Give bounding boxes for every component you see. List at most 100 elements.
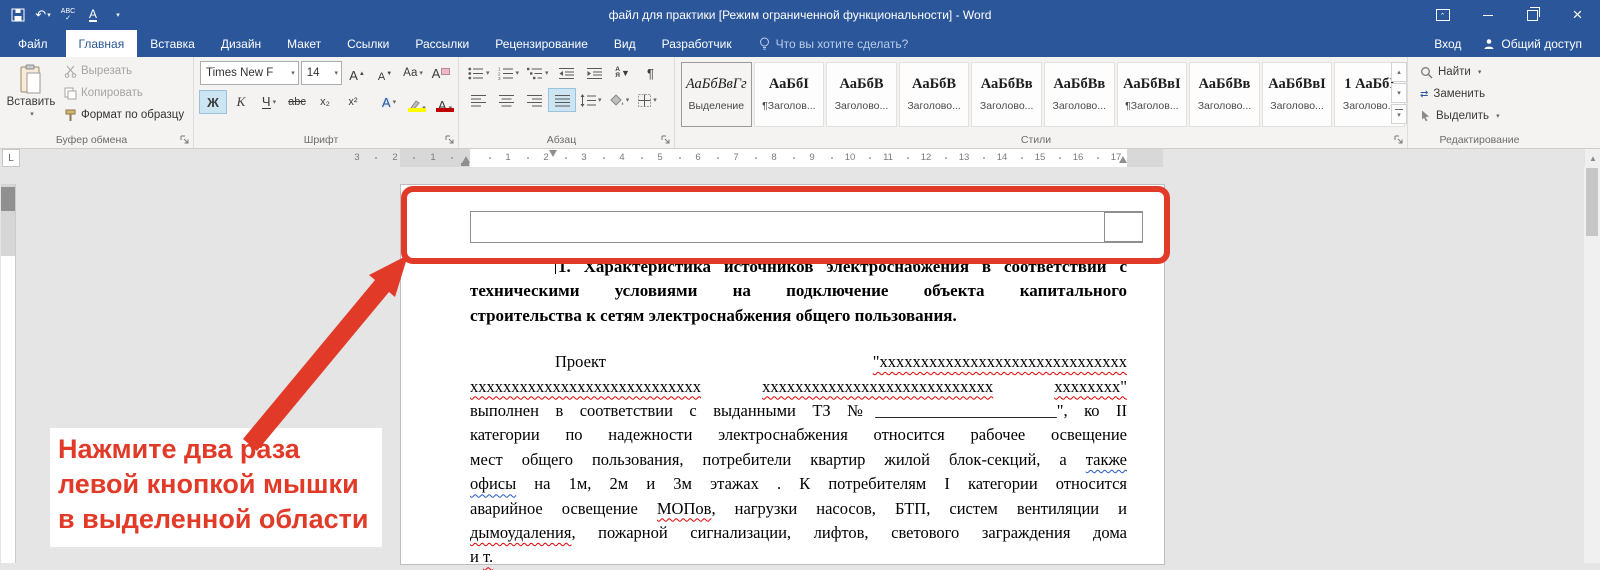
tell-me-box[interactable]: Что вы хотите сделать? (745, 30, 923, 57)
tab-Рассылки[interactable]: Рассылки (402, 30, 482, 57)
pilcrow-icon: ¶ (647, 66, 654, 81)
tab-Главная[interactable]: Главная (66, 30, 138, 57)
borders-button[interactable]: ▾ (635, 89, 661, 111)
bullet-list-icon (468, 67, 484, 80)
scrollbar-thumb[interactable] (1586, 168, 1598, 236)
document-text[interactable]: 1. Характеристика источников электроснаб… (470, 255, 1127, 570)
restore-button[interactable] (1510, 0, 1555, 30)
style-item[interactable]: АаБбВвІ¶Заголов... (1117, 62, 1188, 127)
share-button[interactable]: Общий доступ (1483, 37, 1582, 51)
copy-button[interactable]: Копировать (60, 82, 188, 104)
line-spacing-button[interactable]: ▾ (577, 89, 605, 111)
italic-button[interactable]: К (228, 91, 254, 113)
vertical-ruler[interactable] (1, 184, 16, 563)
numbering-button[interactable]: 123 ▾ (495, 62, 523, 84)
style-preview: АаБбІ (755, 68, 824, 100)
highlight-color-button[interactable]: ▾ (404, 90, 430, 114)
tab-Рецензирование[interactable]: Рецензирование (482, 30, 601, 57)
strikethrough-button[interactable]: abc (284, 91, 310, 113)
align-right-button[interactable] (521, 89, 547, 111)
font-color-button[interactable]: А ▾ (432, 90, 458, 114)
sort-button[interactable]: АЯ ▼ (610, 62, 636, 84)
multilevel-list-button[interactable]: ▾ (524, 62, 552, 84)
ruler-number: 3 (354, 149, 359, 167)
sign-in-button[interactable]: Вход (1434, 37, 1461, 51)
ruler-tick (489, 157, 491, 159)
clipboard-dialog-launcher[interactable] (178, 133, 191, 146)
align-center-button[interactable] (493, 89, 519, 111)
vertical-ruler-dark-band (1, 187, 15, 211)
styles-dialog-launcher[interactable] (1392, 133, 1405, 146)
minimize-button[interactable] (1465, 0, 1510, 30)
ribbon-display-options-button[interactable]: ⌃ (1420, 0, 1465, 30)
dropdown-arrow-icon: ▾ (626, 96, 630, 104)
select-button[interactable]: Выделить ▾ (1416, 105, 1551, 127)
underline-button[interactable]: Ч▾ (256, 91, 282, 113)
style-item[interactable]: АаБбВвГгВыделение (681, 62, 752, 127)
shading-button[interactable]: ▾ (607, 89, 633, 111)
tab-Разработчик[interactable]: Разработчик (649, 30, 745, 57)
underline-quick-button[interactable]: А (81, 2, 105, 28)
subscript-button[interactable]: x₂ (312, 91, 338, 113)
grow-font-button[interactable]: А▲ (344, 61, 370, 85)
bullets-button[interactable]: ▾ (465, 62, 493, 84)
tab-stop-selector[interactable]: L (2, 149, 20, 167)
ruler-tick (869, 157, 871, 159)
tab-Ссылки[interactable]: Ссылки (334, 30, 402, 57)
show-formatting-button[interactable]: ¶ (638, 62, 664, 84)
ruler-tick (755, 157, 757, 159)
styles-scroll-up-button[interactable]: ▴ (1391, 62, 1407, 82)
spellcheck-icon: ABC✓ (61, 8, 75, 22)
font-size-combo[interactable]: 14▾ (301, 61, 342, 85)
change-case-button[interactable]: Аа▾ (400, 62, 426, 84)
increase-indent-button[interactable] (582, 62, 608, 84)
tab-Дизайн[interactable]: Дизайн (208, 30, 274, 57)
superscript-button[interactable]: x² (340, 91, 366, 113)
spelling-grammar-button[interactable]: ABC✓ (56, 2, 80, 28)
style-item[interactable]: АаБбВвІЗаголово... (1262, 62, 1333, 127)
style-item[interactable]: АаБбВЗаголово... (826, 62, 897, 127)
down-arrow-icon: ▼ (386, 71, 392, 77)
style-item[interactable]: АаБбВЗаголово... (899, 62, 970, 127)
scroll-up-button[interactable]: ▲ (1584, 148, 1600, 168)
dialog-launcher-icon (180, 135, 189, 144)
left-indent-box[interactable] (461, 163, 469, 166)
replace-button[interactable]: ⇄ Заменить (1416, 83, 1551, 105)
align-left-button[interactable] (465, 89, 491, 111)
justify-button[interactable] (549, 89, 575, 111)
first-line-indent-marker[interactable] (549, 150, 557, 157)
cut-button[interactable]: Вырезать (60, 60, 188, 82)
styles-scroll-down-button[interactable]: ▾ (1391, 83, 1407, 103)
find-button[interactable]: Найти ▾ (1416, 61, 1551, 83)
paste-button[interactable]: Вставить ▾ (4, 60, 58, 136)
save-button[interactable] (6, 2, 30, 28)
style-name: Заголово... (972, 100, 1041, 112)
left-indent-marker[interactable] (462, 156, 470, 163)
right-indent-marker[interactable] (1119, 156, 1127, 163)
format-painter-button[interactable]: Формат по образцу (60, 104, 188, 126)
style-item[interactable]: АаБбІ¶Заголов... (754, 62, 825, 127)
ruler-number: 5 (657, 149, 662, 167)
font-family-combo[interactable]: Times New F▾ (200, 61, 299, 85)
close-button[interactable]: × (1555, 0, 1600, 30)
window-title: файл для практики [Режим ограниченной фу… (0, 0, 1600, 30)
tab-Макет[interactable]: Макет (274, 30, 334, 57)
bold-button[interactable]: Ж (200, 91, 226, 113)
text-effects-button[interactable]: А▾ (376, 91, 402, 113)
customize-quick-access-button[interactable]: ▾ (106, 2, 130, 28)
clear-formatting-button[interactable]: А (428, 62, 454, 84)
undo-button[interactable]: ↶▾ (31, 2, 55, 28)
style-item[interactable]: АаБбВвЗаголово... (1189, 62, 1260, 127)
tab-Вставка[interactable]: Вставка (137, 30, 208, 57)
style-item[interactable]: АаБбВвЗаголово... (1044, 62, 1115, 127)
styles-more-button[interactable]: ▾ (1391, 104, 1407, 124)
decrease-indent-button[interactable] (554, 62, 580, 84)
font-dialog-launcher[interactable] (443, 133, 456, 146)
style-item[interactable]: АаБбВвЗаголово... (971, 62, 1042, 127)
tab-file[interactable]: Файл (0, 30, 66, 57)
tab-Вид[interactable]: Вид (601, 30, 649, 57)
vertical-scrollbar[interactable] (1584, 166, 1600, 563)
paragraph-dialog-launcher[interactable] (659, 133, 672, 146)
shrink-font-button[interactable]: А▼ (372, 61, 398, 85)
horizontal-ruler[interactable]: L 3211234567891011121314151617 (0, 148, 1600, 168)
